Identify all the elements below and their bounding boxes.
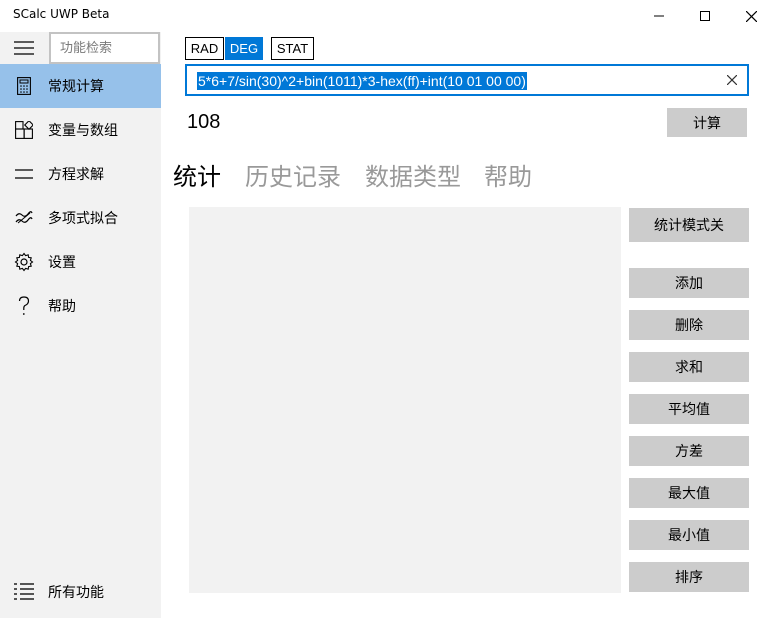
statistics-data-list[interactable] xyxy=(189,207,621,593)
calculator-icon xyxy=(0,64,48,108)
sidebar-item-general-calc[interactable]: 常规计算 xyxy=(0,64,161,108)
search-box[interactable] xyxy=(49,32,160,64)
sidebar-item-label: 变量与数组 xyxy=(48,123,118,139)
hamburger-button[interactable] xyxy=(0,32,48,64)
clear-icon xyxy=(727,75,737,85)
min-button[interactable]: 最小值 xyxy=(629,520,749,550)
clear-input-button[interactable] xyxy=(725,73,739,87)
stat-mode-toggle-button[interactable]: 统计模式关 xyxy=(629,208,749,242)
sidebar-item-label: 多项式拟合 xyxy=(48,211,118,227)
sidebar-item-label: 设置 xyxy=(48,255,76,271)
add-button[interactable]: 添加 xyxy=(629,268,749,298)
equals-icon xyxy=(0,152,48,196)
sidebar-item-label: 常规计算 xyxy=(48,79,104,95)
variance-button[interactable]: 方差 xyxy=(629,436,749,466)
list-icon xyxy=(0,570,48,614)
sidebar-item-label: 帮助 xyxy=(48,299,76,315)
maximize-button[interactable] xyxy=(682,0,728,32)
mode-rad-button[interactable]: RAD xyxy=(185,37,224,60)
expression-text[interactable]: 5*6+7/sin(30)^2+bin(1011)*3-hex(ff)+int(… xyxy=(197,72,527,90)
wave-icon xyxy=(0,196,48,240)
mode-stat-button[interactable]: STAT xyxy=(271,37,314,60)
window-title: SCalc UWP Beta xyxy=(13,7,110,21)
sidebar-item-polyfit[interactable]: 多项式拟合 xyxy=(0,196,161,240)
tab-statistics[interactable]: 统计 xyxy=(173,157,221,192)
sidebar-item-all-features[interactable]: 所有功能 xyxy=(0,570,161,614)
minimize-button[interactable] xyxy=(636,0,682,32)
sidebar-item-label: 方程求解 xyxy=(48,167,104,183)
tab-data-types[interactable]: 数据类型 xyxy=(365,157,461,192)
minimize-icon xyxy=(654,15,664,17)
sidebar-item-variables[interactable]: 变量与数组 xyxy=(0,108,161,152)
sidebar-item-settings[interactable]: 设置 xyxy=(0,240,161,284)
calculate-button[interactable]: 计算 xyxy=(667,108,747,137)
maximize-icon xyxy=(700,11,710,21)
sum-button[interactable]: 求和 xyxy=(629,352,749,382)
mode-deg-button[interactable]: DEG xyxy=(225,37,263,60)
close-icon xyxy=(745,10,757,22)
tab-help[interactable]: 帮助 xyxy=(484,157,532,192)
result-value: 108 xyxy=(187,111,221,133)
sidebar-item-help[interactable]: 帮助 xyxy=(0,284,161,328)
search-input[interactable] xyxy=(51,34,158,62)
delete-button[interactable]: 删除 xyxy=(629,310,749,340)
tab-history[interactable]: 历史记录 xyxy=(245,157,341,192)
sidebar: 常规计算 变量与数组 方程求解 多项式拟合 设置 帮助 所有功能 xyxy=(0,32,161,618)
gear-icon xyxy=(0,240,48,284)
shapes-icon xyxy=(0,108,48,152)
sidebar-item-equation[interactable]: 方程求解 xyxy=(0,152,161,196)
max-button[interactable]: 最大值 xyxy=(629,478,749,508)
title-bar: SCalc UWP Beta xyxy=(0,0,774,32)
hamburger-icon xyxy=(14,41,34,55)
sidebar-item-label: 所有功能 xyxy=(48,585,104,601)
average-button[interactable]: 平均值 xyxy=(629,394,749,424)
close-button[interactable] xyxy=(728,0,774,32)
sort-button[interactable]: 排序 xyxy=(629,562,749,592)
expression-input[interactable]: 5*6+7/sin(30)^2+bin(1011)*3-hex(ff)+int(… xyxy=(185,64,749,96)
question-icon xyxy=(0,284,48,328)
